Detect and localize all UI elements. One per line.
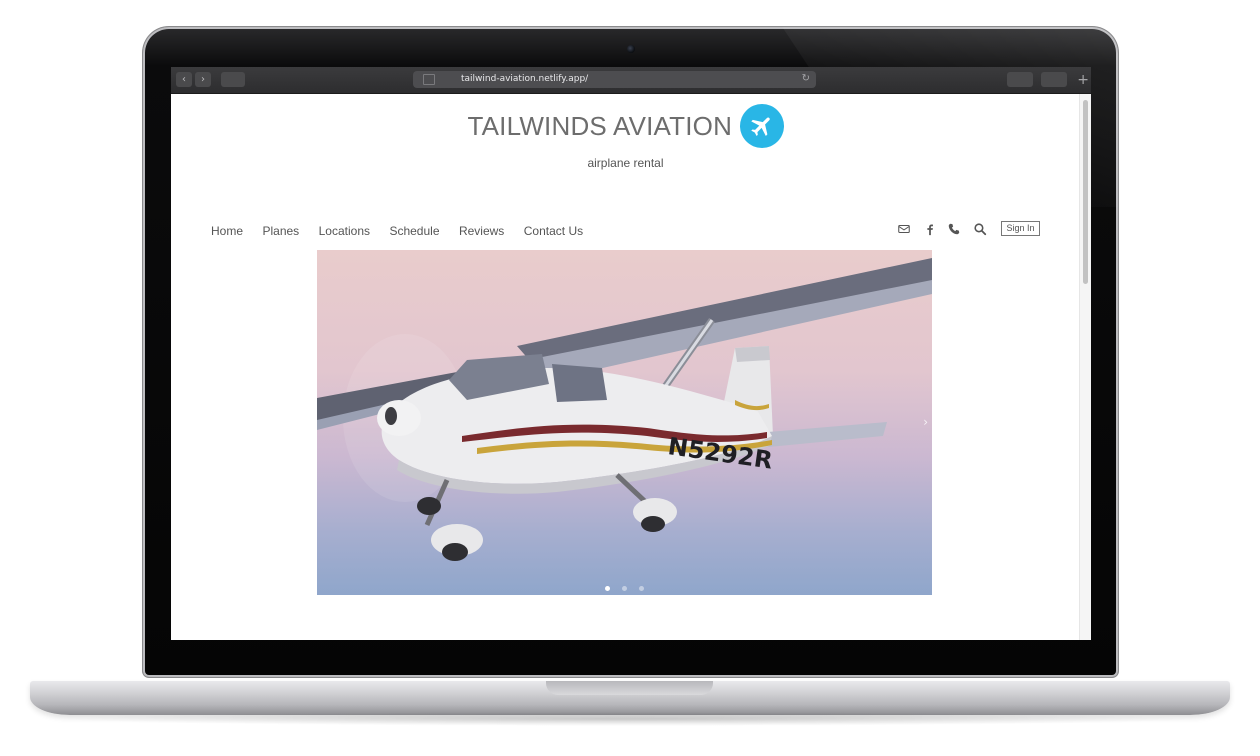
reader-icon[interactable] [423, 74, 435, 85]
nav-contact-us[interactable]: Contact Us [524, 224, 583, 238]
url-text[interactable]: tailwind-aviation.netlify.app/ [461, 71, 588, 88]
forward-button[interactable]: › [195, 72, 211, 87]
carousel-dot-1[interactable] [604, 586, 610, 591]
sign-in-button[interactable]: Sign In [1001, 221, 1040, 236]
airplane-icon[interactable] [739, 104, 784, 148]
tagline: airplane rental [587, 156, 664, 170]
web-page: TAILWINDS AVIATION airplane rental Home … [171, 94, 1080, 640]
carousel-indicators [317, 578, 932, 595]
new-tab-icon[interactable]: + [1077, 73, 1089, 87]
address-bar[interactable]: tailwind-aviation.netlify.app/ ↻ [413, 71, 816, 88]
scroll-thumb[interactable] [1083, 100, 1088, 284]
browser-toolbar: ‹ › tailwind-aviation.netlify.app/ ↻ + [171, 67, 1091, 94]
nav-locations[interactable]: Locations [319, 224, 370, 238]
nav-planes[interactable]: Planes [262, 224, 299, 238]
sidebar-toggle-button[interactable] [221, 72, 245, 87]
carousel-dot-2[interactable] [622, 586, 627, 591]
camera-icon [627, 45, 635, 53]
hero-carousel[interactable]: N5292R › [317, 250, 932, 595]
airplane-photo: N5292R [317, 258, 932, 561]
downloads-button[interactable] [1041, 72, 1067, 87]
facebook-icon[interactable] [923, 222, 937, 236]
mail-icon[interactable] [897, 222, 911, 236]
site-title[interactable]: TAILWINDS AVIATION [467, 111, 732, 142]
carousel-next-icon[interactable]: › [923, 415, 928, 429]
nav-schedule[interactable]: Schedule [389, 224, 439, 238]
main-nav: Home Planes Locations Schedule Reviews C… [211, 222, 598, 240]
share-button[interactable] [1007, 72, 1033, 87]
carousel-dot-3[interactable] [639, 586, 645, 591]
reload-icon[interactable]: ↻ [802, 73, 810, 84]
laptop-shadow [60, 712, 1200, 726]
back-button[interactable]: ‹ [176, 72, 192, 87]
nav-home[interactable]: Home [211, 224, 243, 238]
phone-icon[interactable] [947, 222, 961, 236]
laptop-notch [546, 681, 713, 695]
laptop-screen: ‹ › tailwind-aviation.netlify.app/ ↻ + T… [171, 67, 1091, 640]
search-icon[interactable] [973, 222, 987, 236]
scrollbar[interactable] [1079, 94, 1091, 640]
brand-header: TAILWINDS AVIATION [171, 104, 1080, 148]
nav-reviews[interactable]: Reviews [459, 224, 504, 238]
